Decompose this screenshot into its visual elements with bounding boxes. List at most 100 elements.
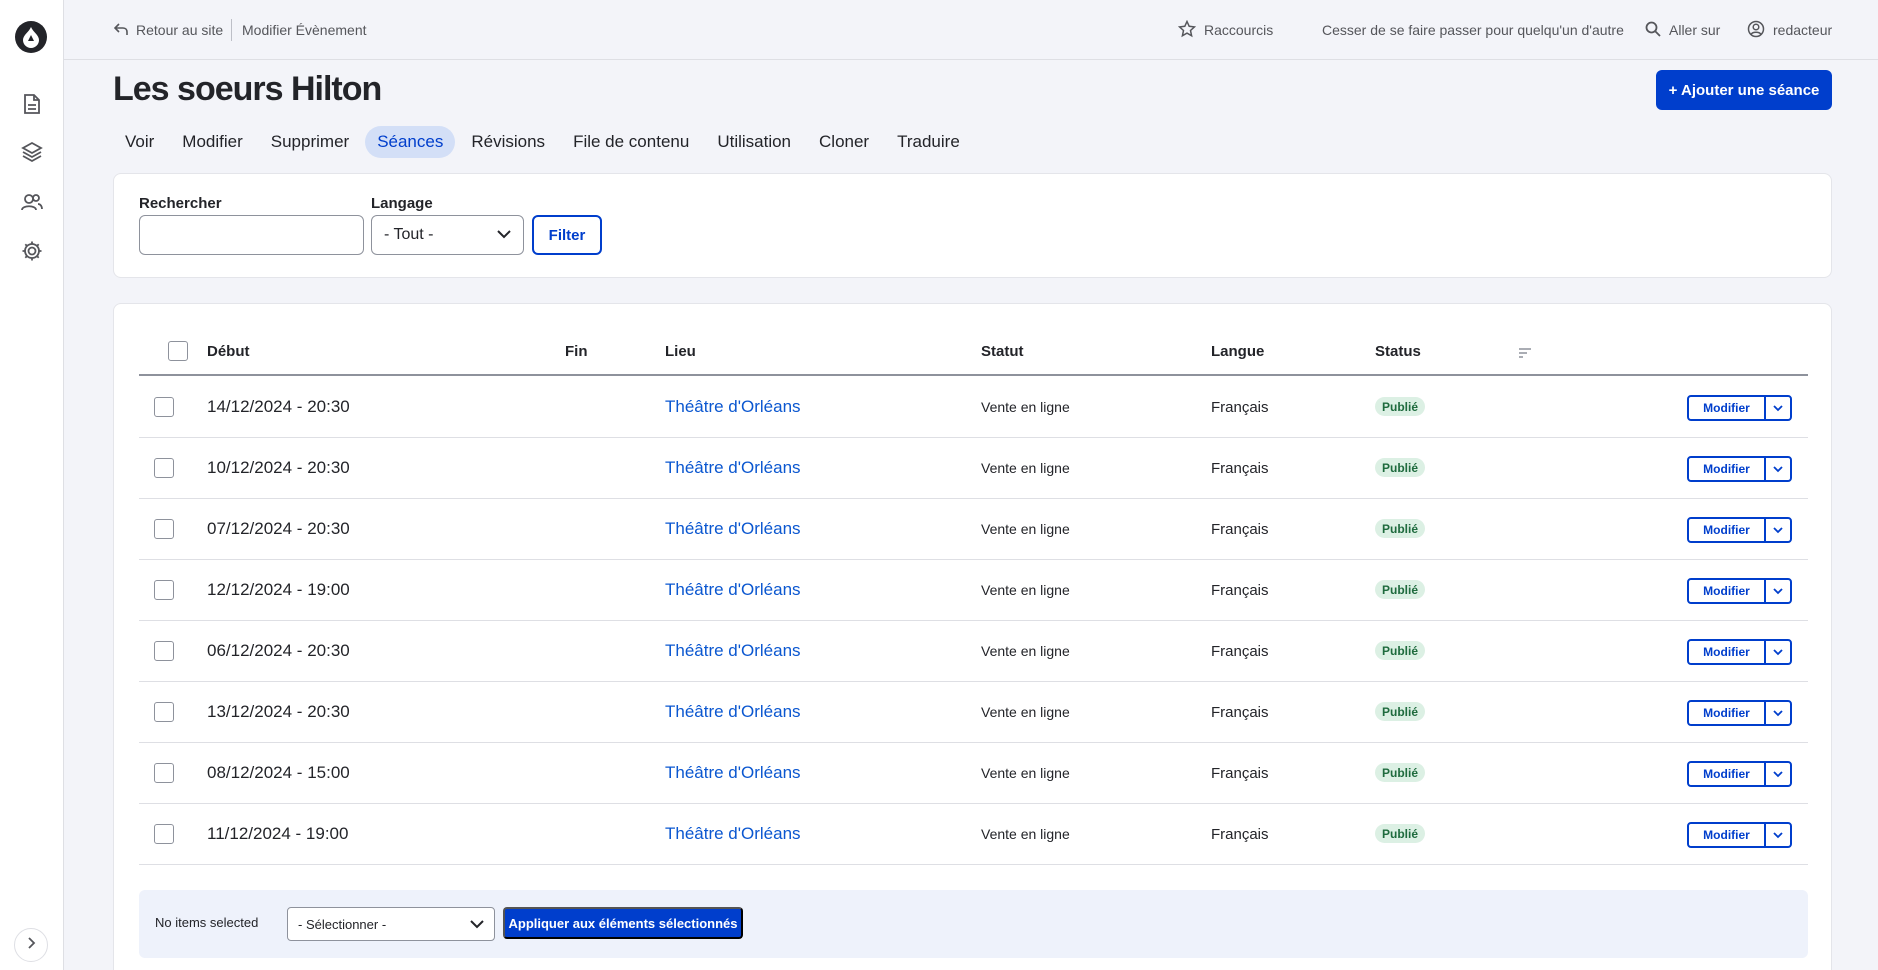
row-edit-button[interactable]: Modifier [1689, 519, 1766, 541]
topbar-divider [231, 19, 232, 41]
row-actions-toggle[interactable] [1766, 763, 1790, 785]
row-checkbox[interactable] [154, 641, 174, 661]
venue-link[interactable]: Théâtre d'Orléans [665, 621, 801, 681]
language-select-value: - Tout - [384, 226, 434, 243]
row-actions-toggle[interactable] [1766, 580, 1790, 602]
row-checkbox[interactable] [154, 702, 174, 722]
tab-2[interactable]: Supprimer [259, 126, 361, 158]
add-session-button[interactable]: + Ajouter une séance [1656, 70, 1832, 110]
user-menu-button[interactable]: redacteur [1747, 20, 1832, 40]
top-bar: Retour au site Modifier Évènement Raccou… [64, 0, 1878, 60]
header-status[interactable]: Status [1375, 343, 1421, 360]
row-edit-button[interactable]: Modifier [1689, 702, 1766, 724]
tab-6[interactable]: Utilisation [705, 126, 803, 158]
venue-link[interactable]: Théâtre d'Orléans [665, 743, 801, 803]
venue-link[interactable]: Théâtre d'Orléans [665, 682, 801, 742]
language-select[interactable]: - Tout - [371, 215, 524, 255]
row-actions-toggle[interactable] [1766, 397, 1790, 419]
search-input[interactable] [139, 215, 364, 255]
table-row: 12/12/2024 - 19:00 Théâtre d'Orléans Vente… [139, 560, 1808, 621]
row-edit-button[interactable]: Modifier [1689, 824, 1766, 846]
edit-event-link[interactable]: Modifier Évènement [242, 20, 367, 40]
unmasquerade-label: Cesser de se faire passer pour quelqu'un… [1322, 22, 1624, 38]
select-all-checkbox[interactable] [168, 341, 188, 361]
row-checkbox[interactable] [154, 763, 174, 783]
row-checkbox[interactable] [154, 397, 174, 417]
shortcuts-button[interactable]: Raccourcis [1177, 19, 1273, 40]
header-fin[interactable]: Fin [565, 343, 588, 360]
search-icon [1645, 21, 1669, 40]
header-lieu[interactable]: Lieu [665, 343, 696, 360]
venue-link[interactable]: Théâtre d'Orléans [665, 560, 801, 620]
row-actions: Modifier [1687, 395, 1792, 421]
goto-label: Aller sur [1669, 22, 1721, 38]
goto-button[interactable]: Aller sur [1645, 20, 1720, 40]
tab-7[interactable]: Cloner [807, 126, 881, 158]
table-row: 10/12/2024 - 20:30 Théâtre d'Orléans Vente… [139, 438, 1808, 499]
row-edit-button[interactable]: Modifier [1689, 397, 1766, 419]
apply-bulk-button[interactable]: Appliquer aux éléments sélectionnés [503, 907, 743, 939]
unmasquerade-link[interactable]: Cesser de se faire passer pour quelqu'un… [1322, 20, 1624, 40]
row-edit-button[interactable]: Modifier [1689, 763, 1766, 785]
row-actions-toggle[interactable] [1766, 824, 1790, 846]
sidebar-expand-button[interactable] [14, 928, 48, 962]
bulk-actions-bar: No items selected - Sélectionner - Appli… [139, 890, 1808, 958]
row-edit-button[interactable]: Modifier [1689, 580, 1766, 602]
row-edit-button[interactable]: Modifier [1689, 458, 1766, 480]
cell-statut: Vente en ligne [981, 460, 1070, 476]
bulk-action-select[interactable]: - Sélectionner - [287, 907, 495, 941]
row-edit-button[interactable]: Modifier [1689, 641, 1766, 663]
header-debut[interactable]: Début [207, 343, 250, 360]
status-badge: Publié [1375, 458, 1426, 477]
row-actions-toggle[interactable] [1766, 458, 1790, 480]
row-checkbox[interactable] [154, 824, 174, 844]
cell-debut: 10/12/2024 - 20:30 [207, 458, 350, 477]
people-icon[interactable] [20, 190, 44, 214]
venue-link[interactable]: Théâtre d'Orléans [665, 377, 801, 437]
drupal-drop-icon[interactable] [15, 21, 47, 53]
cell-langue: Français [1211, 764, 1269, 782]
tab-8[interactable]: Traduire [885, 126, 972, 158]
venue-link[interactable]: Théâtre d'Orléans [665, 499, 801, 559]
tab-4[interactable]: Révisions [459, 126, 557, 158]
table-body: 14/12/2024 - 20:30 Théâtre d'Orléans Vente… [139, 377, 1808, 865]
cell-debut: 06/12/2024 - 20:30 [207, 641, 350, 660]
sort-lines-icon[interactable] [1518, 346, 1532, 364]
user-label: redacteur [1773, 22, 1833, 38]
row-actions-toggle[interactable] [1766, 702, 1790, 724]
sidebar [0, 0, 64, 970]
row-actions-toggle[interactable] [1766, 641, 1790, 663]
cell-langue: Français [1211, 459, 1269, 477]
tab-5[interactable]: File de contenu [561, 126, 701, 158]
header-langue[interactable]: Langue [1211, 343, 1264, 360]
cell-langue: Français [1211, 825, 1269, 843]
venue-link[interactable]: Théâtre d'Orléans [665, 438, 801, 498]
chevron-down-icon [1773, 643, 1783, 661]
row-actions-toggle[interactable] [1766, 519, 1790, 541]
table-row: 13/12/2024 - 20:30 Théâtre d'Orléans Vente… [139, 682, 1808, 743]
back-to-site-link[interactable]: Retour au site [113, 20, 223, 40]
tab-3[interactable]: Séances [365, 126, 456, 158]
tab-0[interactable]: Voir [113, 126, 166, 158]
layers-icon[interactable] [20, 140, 44, 164]
bulk-action-value: - Sélectionner - [298, 916, 387, 932]
cell-statut: Vente en ligne [981, 826, 1070, 842]
header-statut[interactable]: Statut [981, 343, 1024, 360]
tab-1[interactable]: Modifier [170, 126, 254, 158]
row-actions: Modifier [1687, 700, 1792, 726]
row-actions: Modifier [1687, 639, 1792, 665]
document-icon[interactable] [20, 92, 44, 116]
return-arrow-icon [113, 22, 136, 39]
local-tasks-tabs: Voir Modifier Supprimer Séances Révisions Fil… [113, 126, 976, 158]
venue-link[interactable]: Théâtre d'Orléans [665, 804, 801, 864]
row-checkbox[interactable] [154, 580, 174, 600]
selected-count-text: No items selected [155, 915, 259, 930]
table-row: 07/12/2024 - 20:30 Théâtre d'Orléans Vente… [139, 499, 1808, 560]
filter-button[interactable]: Filter [532, 215, 602, 255]
row-checkbox[interactable] [154, 458, 174, 478]
chevron-down-icon [1773, 399, 1783, 417]
search-label: Rechercher [139, 195, 222, 212]
cell-langue: Français [1211, 581, 1269, 599]
gear-icon[interactable] [20, 239, 44, 263]
row-checkbox[interactable] [154, 519, 174, 539]
